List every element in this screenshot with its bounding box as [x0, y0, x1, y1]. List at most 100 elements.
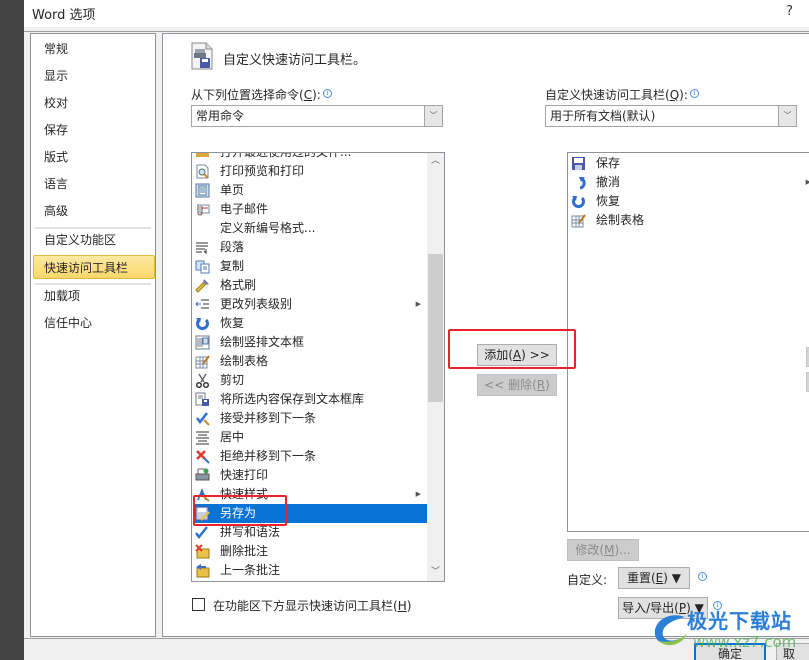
- main-panel: 自定义快速访问工具栏。 从下列位置选择命令(C): i 常用命令 ﹀ 自定义快速访…: [162, 33, 809, 637]
- command-list-item[interactable]: 绘制表格: [193, 352, 427, 371]
- add-text: 添加(: [484, 348, 513, 362]
- scroll-down-arrow[interactable]: ﹀: [427, 564, 444, 581]
- command-list-item-label: 居中: [220, 430, 245, 444]
- title-bar: Word 选项 ?: [24, 0, 809, 27]
- command-list-item-label: 将所选内容保存到文本框库: [220, 392, 365, 406]
- command-list-item[interactable]: 格式刷: [193, 276, 427, 295]
- dialog-title: Word 选项: [32, 8, 96, 23]
- import-export-suffix: ) ▼: [686, 601, 704, 615]
- info-icon[interactable]: i: [689, 89, 699, 98]
- title-divider: [24, 31, 809, 32]
- command-list-item[interactable]: 另存为: [193, 504, 427, 523]
- command-list-item[interactable]: 单页: [193, 181, 427, 200]
- nav-item-customize-ribbon[interactable]: 自定义功能区: [31, 228, 155, 252]
- command-list-item[interactable]: 定义新编号格式...: [193, 219, 427, 238]
- vertical-textbox-icon: [195, 335, 210, 350]
- show-below-ribbon-checkbox[interactable]: [192, 598, 205, 611]
- command-list-item-label: 定义新编号格式...: [220, 221, 316, 235]
- nav-item-trust-center[interactable]: 信任中心: [31, 311, 155, 335]
- command-list-item[interactable]: 复制: [193, 257, 427, 276]
- info-icon[interactable]: i: [698, 572, 707, 581]
- command-list-item[interactable]: 打印预览和打印: [193, 162, 427, 181]
- command-list-item-label: 单页: [220, 183, 245, 197]
- nav-item-add-ins[interactable]: 加载项: [31, 284, 155, 308]
- redo-icon: [195, 316, 210, 331]
- command-list-item[interactable]: 居中: [193, 428, 427, 447]
- command-list-item[interactable]: 剪切: [193, 371, 427, 390]
- command-list-item[interactable]: 快速打印: [193, 466, 427, 485]
- nav-item-general[interactable]: 常规: [31, 37, 155, 61]
- add-accel: A: [512, 348, 522, 362]
- command-list-item[interactable]: 快速样式 ▶: [193, 485, 427, 504]
- chevron-down-icon[interactable]: ﹀: [778, 106, 796, 126]
- commands-list[interactable]: 打开最近使用过的文件... 打印预览和打印单页电子邮件定义新编号格式... 段落 复制…: [191, 152, 445, 582]
- modify-suffix: )...: [614, 543, 631, 557]
- nav-item-layout[interactable]: 版式: [31, 145, 155, 169]
- options-nav: 常规 显示 校对 保存 版式 语言 高级 自定义功能区 快速访问工具栏 加载项 …: [30, 33, 156, 637]
- command-list-item-label: 快速打印: [220, 468, 269, 482]
- command-list-item-label: 拒绝并移到下一条: [220, 449, 317, 463]
- command-list-item[interactable]: 恢复: [193, 314, 427, 333]
- scroll-up-arrow[interactable]: ︿: [427, 153, 444, 170]
- undo-icon: [571, 175, 586, 190]
- command-list-item[interactable]: 上一条批注: [193, 561, 427, 580]
- reset-text: 重置(: [626, 571, 656, 585]
- quick-print-icon: [195, 468, 210, 483]
- command-list-item[interactable]: 更改列表级别 ▶: [193, 295, 427, 314]
- command-list-item[interactable]: 拼写和语法: [193, 523, 427, 542]
- command-list-item[interactable]: 段落: [193, 238, 427, 257]
- previous-comment-icon: [195, 563, 210, 578]
- choose-commands-dropdown[interactable]: 常用命令 ﹀: [191, 105, 443, 127]
- modify-accel: M: [604, 543, 615, 557]
- show-below-accel: H: [397, 599, 407, 613]
- command-list-item[interactable]: 删除批注: [193, 542, 427, 561]
- toolbar-list-item[interactable]: 绘制表格: [569, 211, 809, 230]
- toolbar-list-item[interactable]: 保存: [569, 154, 809, 173]
- paragraph-icon: [195, 240, 210, 255]
- command-list-item-label: 格式刷: [220, 278, 257, 292]
- nav-item-display[interactable]: 显示: [31, 64, 155, 88]
- add-button[interactable]: 添加(A) >>: [477, 344, 557, 366]
- add-suffix: ) >>: [521, 348, 550, 362]
- command-list-item[interactable]: 将所选内容保存到文本框库: [193, 390, 427, 409]
- remove-text: << 删除(: [484, 378, 537, 392]
- info-icon[interactable]: i: [713, 601, 722, 610]
- toolbar-list-item[interactable]: 恢复: [569, 192, 809, 211]
- commands-scrollbar[interactable]: ︿ ﹀: [427, 153, 444, 581]
- nav-item-advanced[interactable]: 高级: [31, 199, 155, 223]
- nav-item-proofing[interactable]: 校对: [31, 91, 155, 115]
- save-as-icon: [195, 506, 210, 521]
- command-list-item[interactable]: 打开最近使用过的文件...: [193, 153, 427, 162]
- command-list-item[interactable]: 绘制竖排文本框: [193, 333, 427, 352]
- command-list-item[interactable]: 拒绝并移到下一条: [193, 447, 427, 466]
- nav-item-quick-access-toolbar[interactable]: 快速访问工具栏: [33, 255, 155, 279]
- import-export-button[interactable]: 导入/导出(P) ▼: [618, 597, 708, 619]
- toolbar-items-list[interactable]: 保存撤消 ▶ 恢复绘制表格: [567, 152, 809, 532]
- modify-button[interactable]: 修改(M)...: [567, 539, 639, 561]
- copy-icon: [195, 259, 210, 274]
- ok-button[interactable]: 确定: [694, 643, 766, 660]
- cut-icon: [195, 373, 210, 389]
- command-list-item-label: 拼写和语法: [220, 525, 281, 539]
- chevron-down-icon[interactable]: ﹀: [424, 106, 442, 126]
- choose-commands-text: 从下列位置选择命令(: [191, 88, 304, 102]
- command-list-item[interactable]: 电子邮件: [193, 200, 427, 219]
- scroll-thumb[interactable]: [428, 254, 443, 402]
- info-icon[interactable]: i: [322, 89, 332, 98]
- toolbar-list-item[interactable]: 撤消 ▶: [569, 173, 809, 192]
- save-icon: [571, 156, 586, 171]
- command-list-item[interactable]: 接受并移到下一条: [193, 409, 427, 428]
- quick-styles-icon: [195, 487, 210, 502]
- redo-icon: [571, 194, 586, 209]
- reset-button[interactable]: 重置(E) ▼: [618, 567, 690, 589]
- customize-toolbar-dropdown[interactable]: 用于所有文档(默认) ﹀: [545, 105, 797, 127]
- toolbar-list-item-label: 保存: [596, 156, 621, 170]
- help-button[interactable]: ?: [786, 4, 793, 19]
- open-recent-icon: [195, 153, 210, 160]
- reject-next-icon: [195, 449, 210, 464]
- nav-item-save[interactable]: 保存: [31, 118, 155, 142]
- nav-item-language[interactable]: 语言: [31, 172, 155, 196]
- show-below-ribbon-label[interactable]: 在功能区下方显示快速访问工具栏(H): [213, 597, 411, 614]
- cancel-button[interactable]: 取: [776, 643, 809, 660]
- remove-button[interactable]: << 删除(R): [477, 374, 557, 396]
